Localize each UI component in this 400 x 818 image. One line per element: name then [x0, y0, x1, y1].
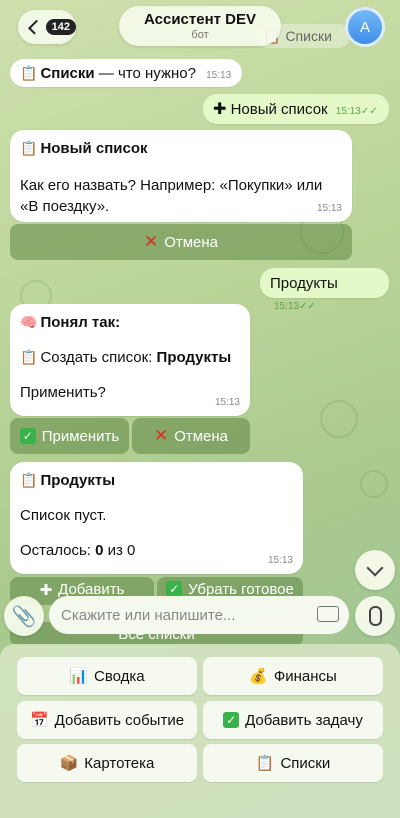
clipboard-icon: 📋 [20, 140, 38, 156]
wallpaper-doodle [320, 400, 358, 438]
chevron-left-icon [28, 19, 43, 35]
message-input[interactable]: Скажите или напишите... [49, 596, 349, 634]
lists-button[interactable]: 📋 Списки [203, 744, 383, 782]
brain-icon: 🧠 [20, 314, 38, 330]
bot-message-lists-prompt: 📋 Списки — что нужно? 15:13 [10, 59, 242, 87]
finance-button[interactable]: 💰 Финансы [203, 657, 383, 695]
cancel-button[interactable]: ✕ Отмена [132, 418, 250, 454]
card-index-button[interactable]: 📦 Картотека [17, 744, 197, 782]
keyboard-icon[interactable] [317, 606, 339, 622]
check-box-icon: ✓ [19, 428, 36, 444]
microphone-icon [368, 606, 382, 626]
plus-icon: ✚ [213, 101, 227, 118]
cancel-button[interactable]: ✕ Отмена [10, 224, 352, 260]
user-message-new-list: ✚ Новый список 15:13✓✓ [203, 94, 389, 124]
message-title: Списки [40, 65, 95, 82]
cross-mark-icon: ✕ [153, 426, 169, 445]
add-event-button[interactable]: 📅 Добавить событие [17, 701, 197, 739]
summary-label: Сводка [94, 667, 145, 685]
reply-keyboard: 📊 Сводка 💰 Финансы 📅 Добавить событие ✓ … [0, 644, 400, 818]
bot-message-confirm: 🧠 Понял так: 📋 Создать список: Продукты Пр… [10, 304, 250, 416]
plus-icon: ✚ [39, 582, 53, 599]
add-task-label: Добавить задачу [245, 711, 363, 729]
remaining-rest: из 0 [103, 542, 136, 559]
bot-message-new-list: 📋 Новый список Как его назвать? Например:… [10, 130, 352, 222]
calendar-icon: 📅 [29, 712, 49, 729]
message-text: Список пуст. [20, 507, 107, 524]
clipboard-icon: 📋 [20, 65, 38, 81]
message-time: 15:13 [206, 70, 232, 81]
lists-label: Списки [280, 754, 331, 772]
message-text: — что нужно? [94, 65, 196, 82]
message-text: Как его назвать? Например: «Покупки» или… [20, 177, 323, 215]
message-time: 15:13 [316, 203, 342, 214]
message-title: Понял так: [40, 314, 121, 331]
message-text: Новый список [230, 101, 328, 118]
action-prefix: Создать список: [40, 349, 157, 366]
remaining-label: Осталось: [20, 542, 96, 559]
cross-mark-icon: ✕ [143, 232, 159, 251]
message-time: 15:13 [274, 301, 300, 312]
message-time: 15:13 [214, 397, 240, 408]
money-bag-icon: 💰 [249, 668, 268, 685]
user-message-products: Продукты 15:13✓✓ [260, 268, 389, 312]
attach-button[interactable]: 📎 [4, 596, 44, 636]
add-task-button[interactable]: ✓ Добавить задачу [203, 701, 383, 739]
chevron-down-icon [366, 559, 384, 576]
chat-subtitle: бот [191, 29, 209, 41]
chat-name: Ассистент DEV [144, 11, 256, 28]
bar-chart-icon: 📊 [69, 668, 89, 685]
check-box-icon: ✓ [166, 581, 183, 597]
check-box-icon: ✓ [223, 712, 240, 728]
avatar[interactable]: A [345, 7, 385, 47]
cancel-label: Отмена [164, 233, 219, 251]
read-check-icon: ✓✓ [360, 106, 378, 117]
back-button[interactable]: 142 [18, 10, 76, 44]
apply-button[interactable]: ✓ Применить [10, 418, 129, 454]
voice-button[interactable] [355, 596, 395, 636]
summary-button[interactable]: 📊 Сводка [17, 657, 197, 695]
unread-badge: 142 [45, 19, 76, 35]
message-time: 15:13 [267, 555, 293, 566]
card-index-label: Картотека [84, 754, 155, 772]
clipboard-icon: 📋 [20, 472, 38, 488]
chat-title[interactable]: Ассистент DEV бот [119, 6, 281, 46]
scroll-down-button[interactable] [355, 550, 395, 590]
paperclip-icon: 📎 [11, 605, 37, 628]
message-title: Продукты [40, 472, 116, 489]
apply-label: Применить [41, 427, 120, 445]
cancel-label: Отмена [174, 427, 229, 445]
read-check-icon: ✓✓ [299, 301, 316, 312]
message-question: Применить? [20, 384, 106, 401]
bot-message-list-products: 📋 Продукты Список пуст. Осталось: 0 из 0 … [10, 462, 303, 574]
input-placeholder: Скажите или напишите... [61, 606, 236, 624]
finance-label: Финансы [273, 667, 337, 685]
clipboard-icon: 📋 [20, 349, 38, 365]
action-value: Продукты [156, 349, 232, 366]
message-time: 15:13 [335, 106, 361, 117]
message-title: Новый список [40, 140, 148, 157]
box-icon: 📦 [59, 755, 79, 772]
wallpaper-doodle [360, 470, 388, 498]
add-event-label: Добавить событие [54, 711, 185, 729]
ghost-lists-label: Списки [285, 28, 332, 44]
message-text: Продукты [270, 275, 338, 292]
clipboard-icon: 📋 [255, 755, 275, 772]
